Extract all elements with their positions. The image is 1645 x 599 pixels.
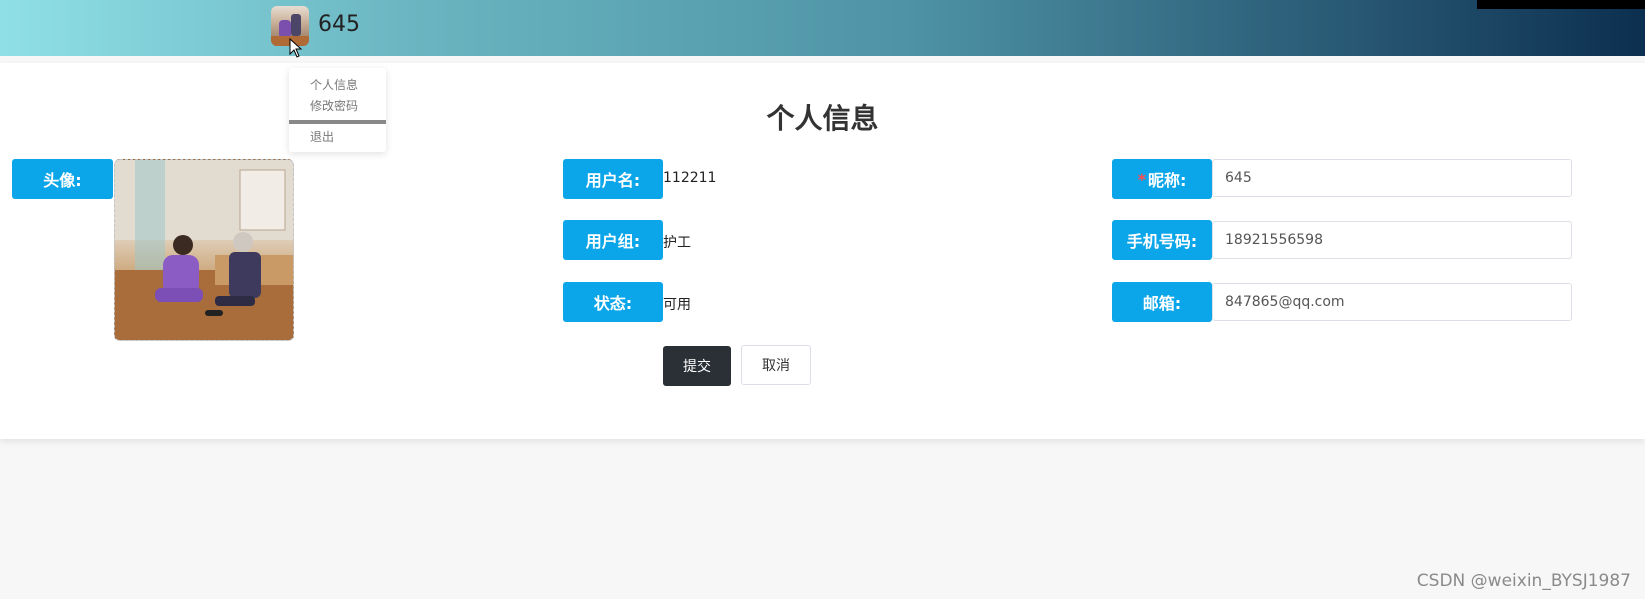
window-edge-bar [1477,0,1645,9]
username-value: 112211 [663,170,717,186]
nickname-label-text: 昵称: [1147,171,1187,190]
user-group-value: 护工 [663,235,691,251]
dropdown-item-change-password[interactable]: 修改密码 [310,97,358,114]
required-asterisk: * [1137,169,1146,189]
dropdown-divider [289,120,386,124]
watermark-text: CSDN @weixin_BYSJ1987 [1416,571,1631,591]
nickname-label: * 昵称: [1112,159,1212,199]
nickname-input[interactable]: 645 [1212,159,1572,197]
status-label: 状态: [563,282,663,322]
avatar-photo-illustration [115,160,293,340]
avatar-figure-elder [291,14,301,36]
cancel-button[interactable]: 取消 [741,345,811,385]
dropdown-item-logout[interactable]: 退出 [310,128,334,145]
submit-button[interactable]: 提交 [663,346,731,386]
user-group-label: 用户组: [563,220,663,260]
email-label: 邮箱: [1112,282,1212,322]
mouse-cursor-icon [289,38,303,58]
phone-input[interactable]: 18921556598 [1212,221,1572,259]
page-title: 个人信息 [766,102,879,135]
username-label: 用户名: [563,159,663,199]
top-header-bar: 645 [0,0,1645,58]
email-input[interactable]: 847865@qq.com [1212,283,1572,321]
header-username[interactable]: 645 [318,12,360,37]
phone-label: 手机号码: [1112,220,1212,260]
status-value: 可用 [663,297,691,313]
avatar-upload-image[interactable] [114,159,294,341]
user-dropdown-menu: 个人信息 修改密码 退出 [289,68,386,152]
avatar-label: 头像: [12,159,113,199]
dropdown-item-profile[interactable]: 个人信息 [310,76,358,93]
